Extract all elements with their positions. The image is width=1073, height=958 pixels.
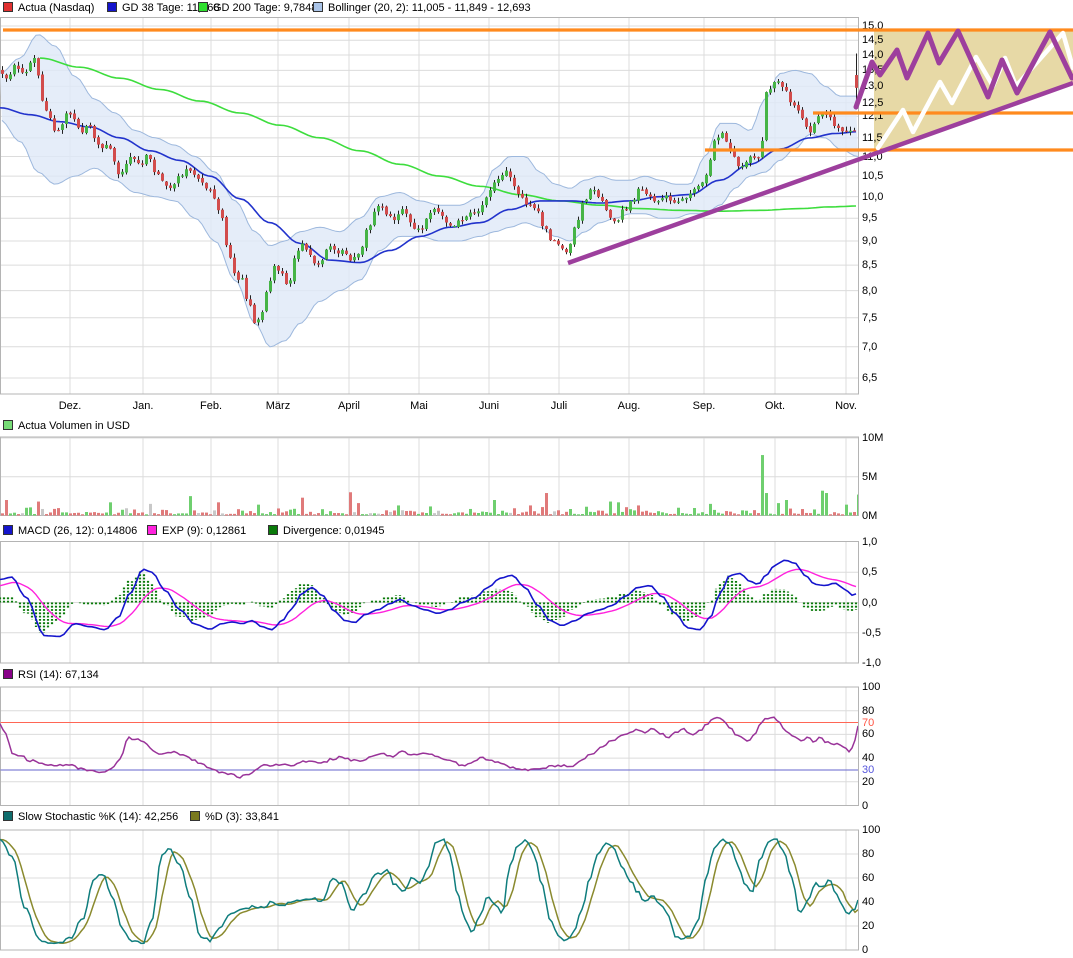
stock-chart-page: Actua (Nasdaq)GD 38 Tage: 11,668GD 200 T… — [0, 0, 1073, 958]
annotation-drawing-layer — [0, 0, 1073, 958]
